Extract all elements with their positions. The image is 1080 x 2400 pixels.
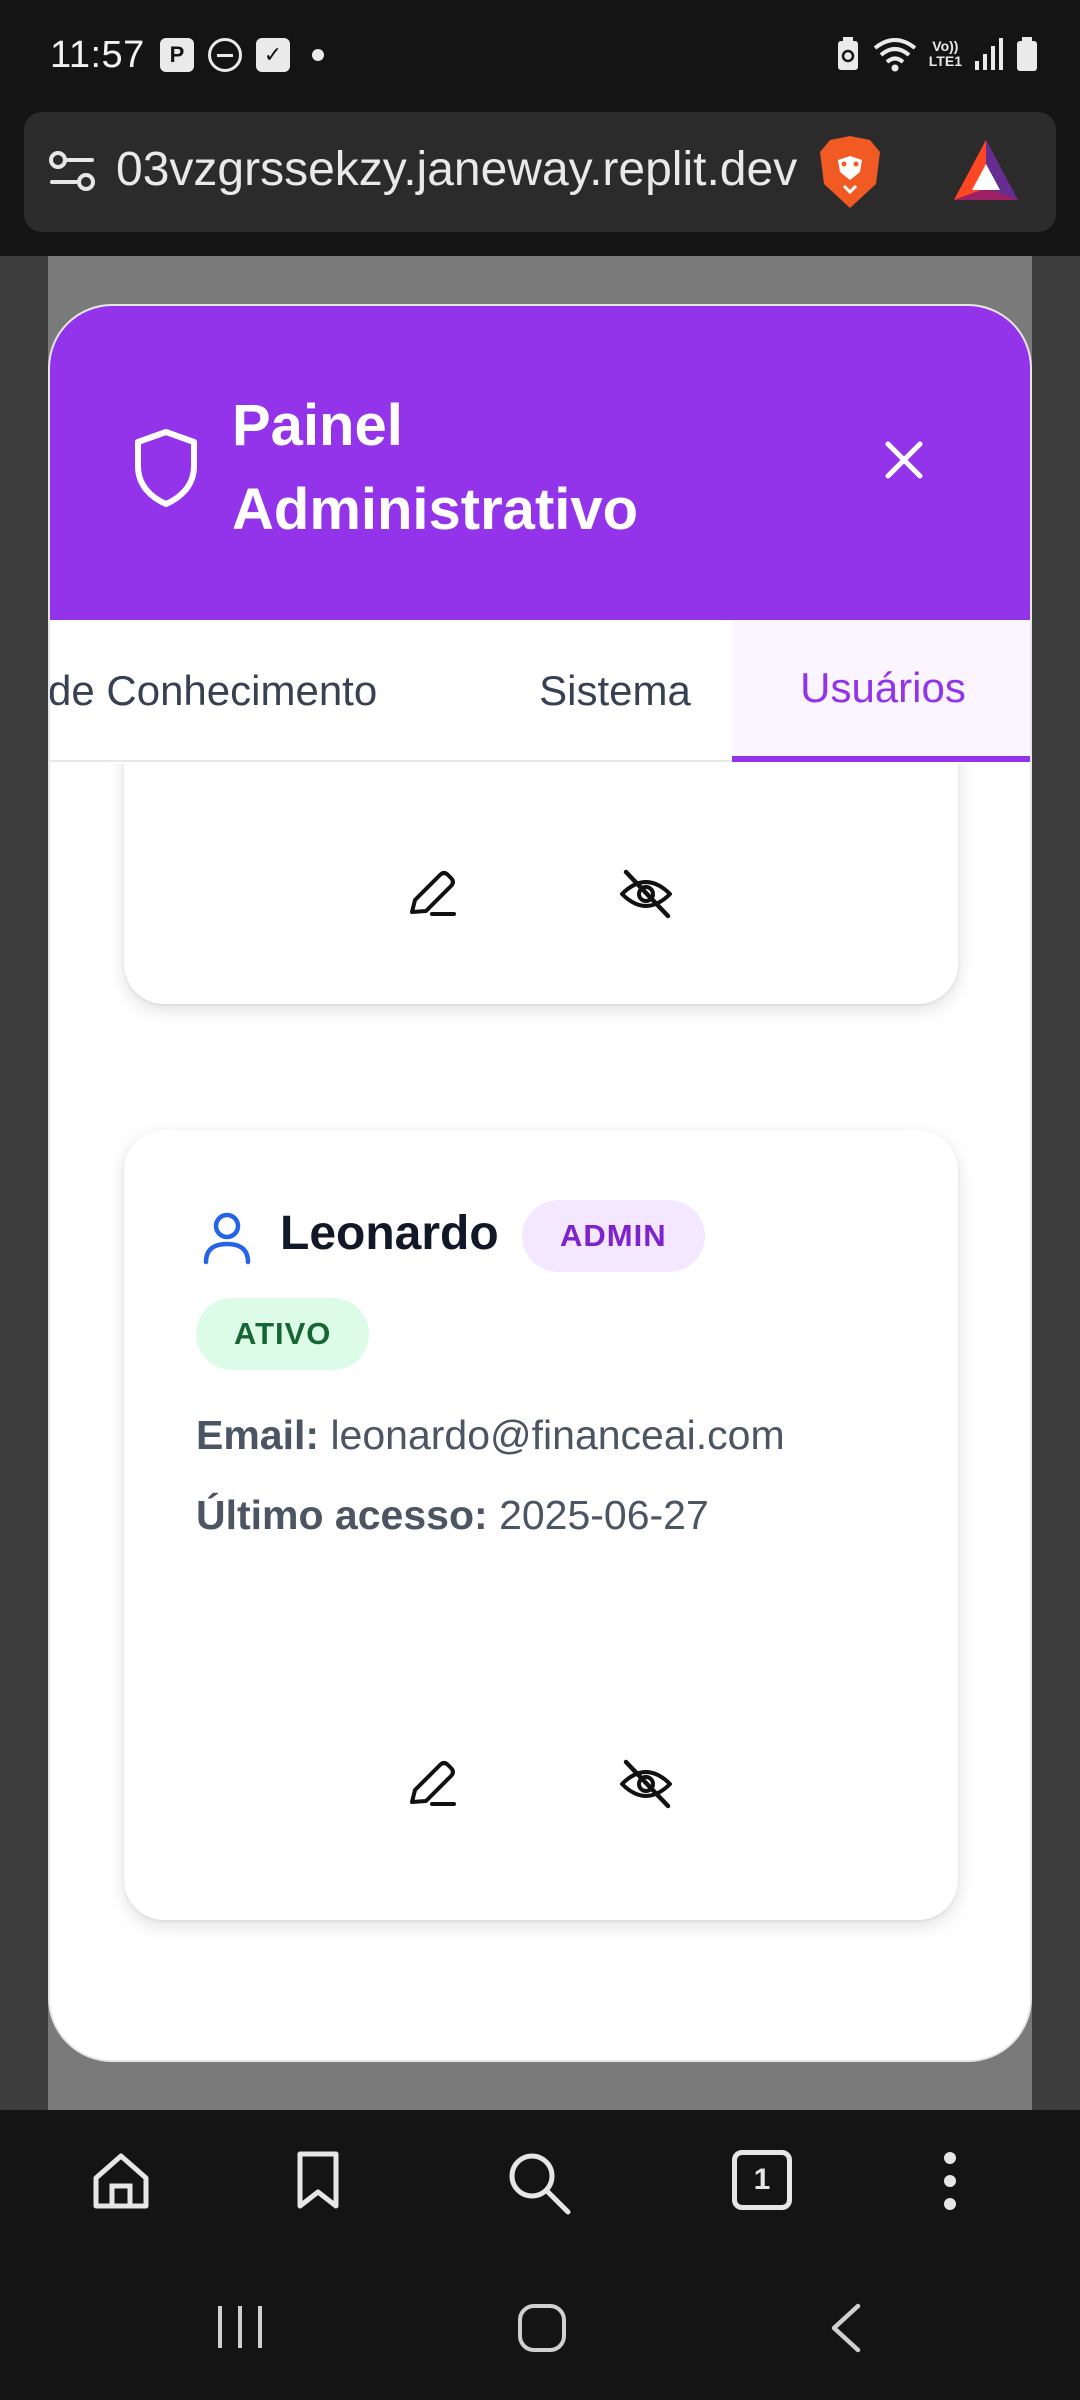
edit-pencil-icon[interactable] bbox=[406, 868, 458, 920]
user-card-actions bbox=[124, 852, 958, 932]
last-access-label: Último acesso: bbox=[196, 1492, 488, 1538]
battery-saver-icon bbox=[837, 37, 858, 70]
browser-address-area: 03vzgrssekzy.janeway.replit.dev bbox=[0, 112, 1080, 256]
status-icons-right: Vo)) LTE1 bbox=[835, 36, 1038, 72]
home-icon[interactable] bbox=[90, 2150, 152, 2212]
edit-pencil-icon[interactable] bbox=[406, 1758, 458, 1810]
system-navigation-bar bbox=[0, 2260, 1080, 2400]
users-list: Leonardo ADMIN ATIVO Email: leonardo@fin… bbox=[50, 764, 1030, 2060]
user-card: Leonardo ADMIN ATIVO Email: leonardo@fin… bbox=[124, 1130, 958, 1920]
signal-icon bbox=[975, 38, 1003, 70]
status-bar: 11:57 P ✓ Vo)) LTE1 bbox=[0, 0, 1080, 112]
notification-dot-icon bbox=[312, 49, 324, 61]
email-label: Email: bbox=[196, 1412, 320, 1458]
user-icon bbox=[203, 1212, 251, 1265]
last-access-date: 2025-06-27 bbox=[499, 1492, 709, 1538]
battery-icon bbox=[1017, 37, 1037, 71]
brave-shields-icon[interactable] bbox=[814, 132, 886, 212]
do-not-disturb-icon bbox=[208, 38, 242, 72]
task-check-icon: ✓ bbox=[256, 38, 290, 72]
url-text[interactable]: 03vzgrssekzy.janeway.replit.dev bbox=[116, 142, 816, 197]
shield-icon bbox=[135, 429, 197, 507]
address-bar[interactable]: 03vzgrssekzy.janeway.replit.dev bbox=[24, 112, 1056, 232]
user-card bbox=[124, 764, 958, 1004]
site-settings-icon[interactable] bbox=[46, 146, 98, 198]
tab-bar: de Conhecimento Sistema Usuários bbox=[50, 620, 1030, 762]
wifi-icon bbox=[873, 38, 917, 72]
volte-lte-icon: Vo)) LTE1 bbox=[928, 38, 962, 69]
more-menu-icon[interactable] bbox=[938, 2150, 962, 2212]
user-email-row: Email: leonardo@financeai.com bbox=[196, 1412, 785, 1459]
role-badge: ADMIN bbox=[522, 1200, 705, 1272]
recent-apps-icon[interactable] bbox=[214, 2302, 266, 2352]
modal-header: Painel Administrativo bbox=[50, 306, 1030, 620]
search-icon[interactable] bbox=[506, 2150, 572, 2216]
close-icon[interactable] bbox=[880, 436, 928, 484]
status-badge: ATIVO bbox=[196, 1298, 370, 1370]
user-name: Leonardo bbox=[280, 1207, 499, 1260]
tab-knowledge-base[interactable]: de Conhecimento bbox=[50, 620, 468, 762]
back-icon[interactable] bbox=[826, 2302, 866, 2354]
tab-switcher-button[interactable]: 1 bbox=[732, 2150, 792, 2210]
status-icons-left: P ✓ bbox=[160, 38, 324, 72]
bookmark-icon[interactable] bbox=[294, 2150, 342, 2212]
tab-count: 1 bbox=[732, 2150, 792, 2210]
tab-system[interactable]: Sistema bbox=[520, 620, 710, 762]
admin-panel-modal: Painel Administrativo de Conhecimento Si… bbox=[48, 304, 1032, 2062]
status-time: 11:57 bbox=[50, 34, 145, 76]
parking-notification-icon: P bbox=[160, 38, 194, 72]
user-card-actions bbox=[124, 1742, 958, 1822]
nav-home-icon[interactable] bbox=[516, 2302, 568, 2354]
last-access-row: Último acesso: 2025-06-27 bbox=[196, 1492, 709, 1539]
eye-off-icon[interactable] bbox=[618, 866, 674, 922]
user-email: leonardo@financeai.com bbox=[330, 1412, 785, 1458]
tab-users[interactable]: Usuários bbox=[732, 620, 1030, 762]
eye-off-icon[interactable] bbox=[618, 1756, 674, 1812]
browser-bottom-toolbar: 1 bbox=[0, 2110, 1080, 2260]
brave-rewards-icon[interactable] bbox=[950, 136, 1022, 206]
modal-title: Painel Administrativo bbox=[232, 393, 639, 542]
